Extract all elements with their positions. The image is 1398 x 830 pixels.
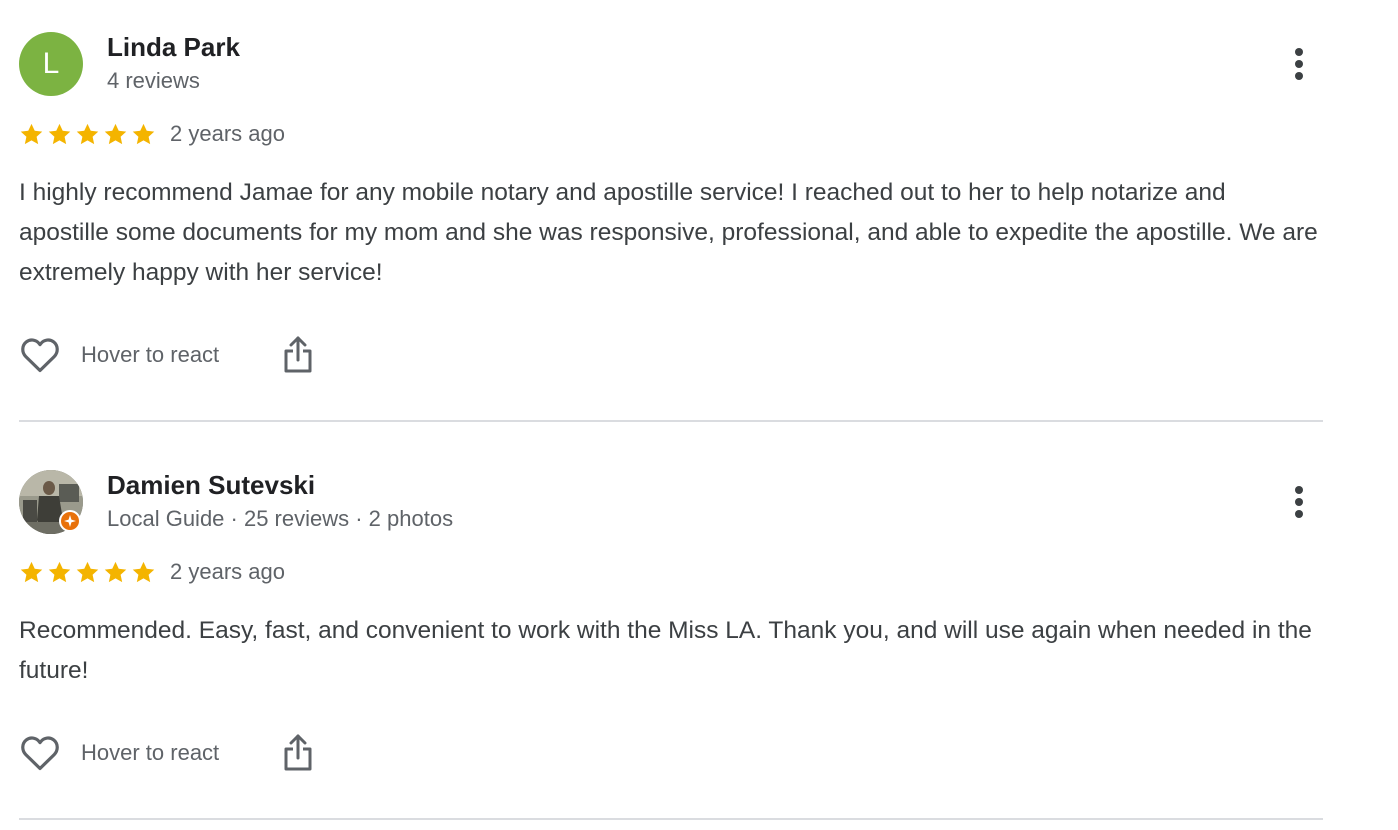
review-divider — [19, 818, 1323, 820]
react-label: Hover to react — [81, 342, 220, 367]
star-icon — [20, 123, 43, 144]
star-icon — [132, 561, 155, 582]
heart-outline-icon — [21, 338, 59, 373]
review-text: I highly recommend Jamae for any mobile … — [19, 179, 1318, 286]
star-rating — [19, 560, 156, 585]
reviewer-meta: Local Guide · 25 reviews · 2 photos — [107, 506, 454, 531]
star-icon — [20, 561, 43, 582]
more-options-button[interactable] — [1283, 44, 1315, 84]
avatar[interactable]: L — [19, 32, 83, 96]
star-icon — [48, 123, 71, 144]
reviewer-name[interactable]: Linda Park — [107, 32, 240, 63]
heart-outline-icon — [21, 736, 59, 771]
star-icon — [132, 123, 155, 144]
review-divider — [19, 420, 1323, 422]
star-icon — [76, 123, 99, 144]
star-rating — [19, 122, 156, 147]
star-icon — [48, 561, 71, 582]
react-button[interactable]: Hover to react — [19, 335, 219, 375]
rating-row: 2 years ago — [19, 556, 285, 588]
react-label: Hover to react — [81, 740, 220, 765]
share-icon[interactable] — [283, 734, 313, 772]
reviewer-name[interactable]: Damien Sutevski — [107, 470, 315, 501]
local-guide-badge-icon — [59, 510, 81, 532]
star-icon — [104, 123, 127, 144]
more-vert-icon — [1295, 486, 1303, 494]
review-actions: Hover to react — [19, 731, 313, 775]
review-date: 2 years ago — [170, 121, 285, 146]
more-vert-icon — [1295, 48, 1303, 56]
review-actions: Hover to react — [19, 333, 313, 377]
share-icon[interactable] — [283, 336, 313, 374]
react-button[interactable]: Hover to react — [19, 733, 219, 773]
review-text: Recommended. Easy, fast, and convenient … — [19, 617, 1312, 684]
avatar[interactable] — [19, 470, 83, 534]
review-date: 2 years ago — [170, 559, 285, 584]
rating-row: 2 years ago — [19, 118, 285, 150]
reviewer-meta: 4 reviews — [107, 68, 200, 93]
more-options-button[interactable] — [1283, 482, 1315, 522]
star-icon — [104, 561, 127, 582]
star-icon — [76, 561, 99, 582]
